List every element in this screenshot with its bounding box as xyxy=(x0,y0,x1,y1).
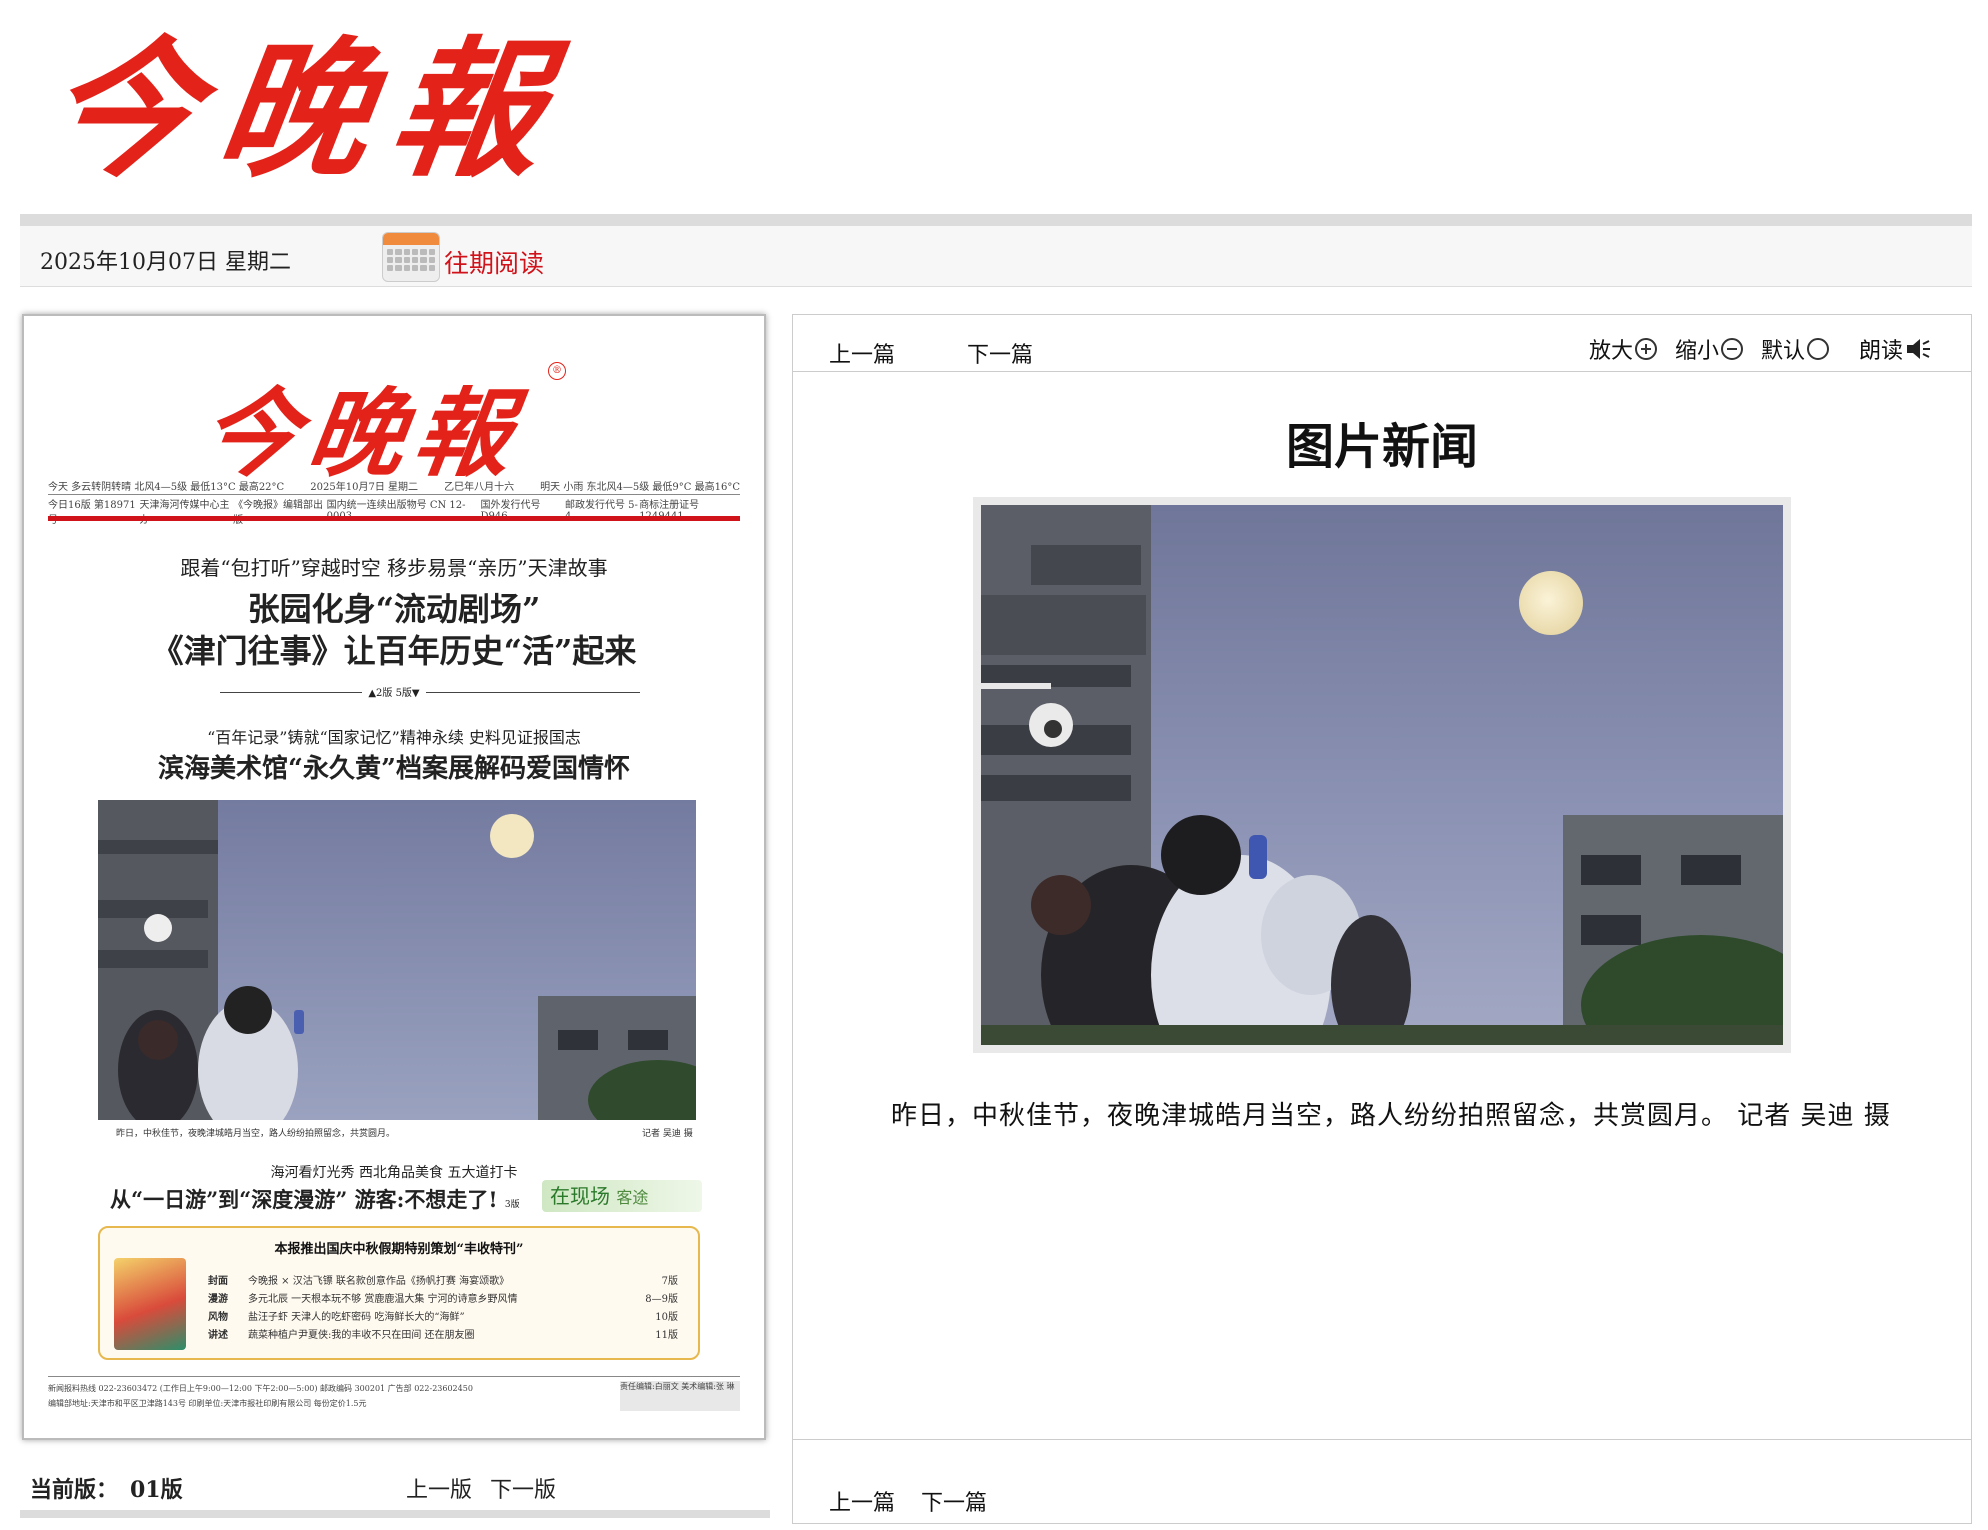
next-article-link[interactable]: 下一篇 xyxy=(967,337,1033,369)
next-edition-link[interactable]: 下一版 xyxy=(490,1472,556,1504)
promo-list: 封面 今晚报 × 汉沽飞镖 联名款创意作品《扬帆打赛 海宴颂歌》 7版 漫游 多元北辰… xyxy=(208,1272,678,1344)
read-aloud-button[interactable]: 朗读 xyxy=(1859,333,1931,365)
prev-edition-link[interactable]: 上一版 xyxy=(406,1472,472,1504)
on-site-badge: 在现场 客途 xyxy=(542,1180,702,1212)
paper-photo-credit: 记者 吴迪 摄 xyxy=(642,1129,693,1139)
strip-item: 《今晚报》编辑部出版 xyxy=(233,500,324,526)
left-footer-divider xyxy=(20,1510,770,1518)
headline1-page-ref: ▲2版 5版▼ xyxy=(24,684,764,699)
prev-article-link[interactable]: 上一篇 xyxy=(829,337,895,369)
paper-footer: 新闻报料热线 022-23603472 (工作日上午9:00—12:00 下午2… xyxy=(48,1376,740,1417)
promo-row: 漫游 多元北辰 一天根本玩不够 赏鹿鹿温大集 宁河的诗意乡野风情 8—9版 xyxy=(208,1294,678,1305)
registered-mark: ® xyxy=(548,362,566,380)
default-size-icon xyxy=(1807,338,1830,360)
paper-photo-caption: 昨日，中秋佳节，夜晚津城皓月当空，路人纷纷拍照留念，共赏圆月。 xyxy=(116,1129,396,1139)
zoom-out-button[interactable]: 缩小 xyxy=(1675,333,1744,365)
promo-row: 封面 今晚报 × 汉沽飞镖 联名款创意作品《扬帆打赛 海宴颂歌》 7版 xyxy=(208,1276,678,1287)
headline3-kicker[interactable]: 海河看灯光秀 西北角品美食 五大道打卡 xyxy=(24,1162,764,1182)
article-body: 昨日，中秋佳节，夜晚津城皓月当空，路人纷纷拍照留念，共赏圆月。 记者 吴迪 摄 xyxy=(891,1101,1891,1131)
next-article-link-bottom[interactable]: 下一篇 xyxy=(921,1485,987,1517)
strip-item: 国内统一连续出版物号 CN 12-0003 xyxy=(326,500,466,522)
headline1-line2[interactable]: 《津门往事》让百年历史“活”起来 xyxy=(24,626,764,672)
date-bar: 2025年10月07日 星期二 往期阅读 xyxy=(20,226,1972,287)
past-issues-link[interactable]: 往期阅读 xyxy=(444,244,544,280)
strip-item: 邮政发行代号 5-4 xyxy=(564,500,638,522)
headline2-kicker[interactable]: “百年记录”铸就“国家记忆”精神永续 史料见证报国志 xyxy=(24,724,764,748)
paper-moon-photo[interactable] xyxy=(98,800,696,1120)
calendar-icon[interactable] xyxy=(382,232,440,282)
issue-date: 2025年10月07日 星期二 xyxy=(40,250,291,275)
prev-article-link-bottom[interactable]: 上一篇 xyxy=(829,1485,895,1517)
header-divider xyxy=(20,214,1972,226)
strip-item: 商标注册证号 1249441 xyxy=(639,500,700,522)
lunar-date: 乙巳年八月十六 xyxy=(444,482,515,493)
article-photo-frame xyxy=(973,497,1791,1053)
paper-red-rule xyxy=(48,516,740,521)
article-panel: 上一篇 下一篇 放大 缩小 默认 朗读 图片新闻 昨日，中秋佳节，夜晚津城皓月当… xyxy=(792,314,1972,1524)
masthead-logo[interactable]: 今晚報 xyxy=(36,18,588,203)
masthead-logo-text: 今晚報 xyxy=(35,22,577,198)
paper-logo: 今晚報 xyxy=(194,377,529,490)
headline3-main[interactable]: 从“一日游”到“深度漫游” 游客:不想走了! 3版 xyxy=(110,1184,520,1214)
speaker-icon xyxy=(1907,339,1931,359)
current-edition-label: 当前版： xyxy=(30,1477,119,1503)
article-bottom-divider xyxy=(793,1439,1971,1440)
paper-footer-editors: 责任编辑:白丽文 美术编辑:张 琳 xyxy=(620,1381,740,1411)
headline1-kicker[interactable]: 跟着“包打听”穿越时空 移步易景“亲历”天津故事 xyxy=(24,552,764,581)
headline3-page-ref: 3版 xyxy=(504,1200,520,1210)
default-size-button[interactable]: 默认 xyxy=(1761,333,1830,365)
newspaper-page-preview[interactable]: 今晚報 ® 今天 多云转阴转晴 北风4—5级 最低13°C 最高22°C 202… xyxy=(22,314,766,1440)
promo-title: 本报推出国庆中秋假期特别策划“丰收特刊” xyxy=(274,1242,524,1257)
zoom-out-icon xyxy=(1721,338,1744,360)
promo-box[interactable]: 本报推出国庆中秋假期特别策划“丰收特刊” 封面 今晚报 × 汉沽飞镖 联名款创意作… xyxy=(98,1226,700,1360)
paper-date: 2025年10月7日 星期二 xyxy=(310,482,418,493)
paper-info-strip: 今天 多云转阴转晴 北风4—5级 最低13°C 最高22°C 2025年10月7… xyxy=(48,478,740,526)
promo-row: 讲述 蔬菜种植户尹夏侠:我的丰收不只在田间 还在朋友圈 11版 xyxy=(208,1330,678,1341)
article-title: 图片新闻 xyxy=(1285,419,1478,475)
weather-tomorrow: 明天 小雨 东北风4—5级 最低9°C 最高16°C xyxy=(540,482,740,493)
zoom-in-icon xyxy=(1635,338,1658,360)
promo-row: 风物 盐汪子虾 天津人的吃虾密码 吃海鲜长大的“海鲜” 10版 xyxy=(208,1312,678,1323)
article-moon-photo[interactable] xyxy=(981,505,1783,1045)
article-toolbar: 上一篇 下一篇 放大 缩小 默认 朗读 xyxy=(793,315,1971,372)
strip-item: 国外发行代号 D946 xyxy=(480,500,541,522)
promo-illustration xyxy=(114,1258,186,1350)
strip-item: 今日16版 第18971号 xyxy=(48,500,136,526)
strip-item: 天津海河传媒中心主办 xyxy=(139,500,230,526)
headline2-main[interactable]: 滨海美术馆“永久黄”档案展解码爱国情怀 xyxy=(24,748,764,785)
weather-today: 今天 多云转阴转晴 北风4—5级 最低13°C 最高22°C xyxy=(48,482,285,493)
current-edition-value: 01版 xyxy=(130,1477,183,1503)
headline1-line1[interactable]: 张园化身“流动剧场” xyxy=(24,584,764,630)
zoom-in-button[interactable]: 放大 xyxy=(1589,333,1658,365)
